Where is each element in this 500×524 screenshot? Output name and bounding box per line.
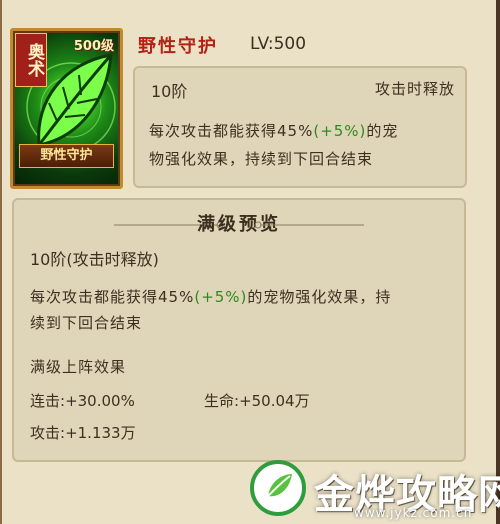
stat-hp: 生命:+50.04万 [204, 390, 310, 411]
max-description-line-2: 续到下回合结束 [30, 314, 143, 332]
desc-text: 每次攻击都能获得45% [149, 122, 314, 140]
skill-title: 野性守护 [138, 36, 218, 57]
max-description-line-1: 每次攻击都能获得45%(+5%)的宠物强化效果，持 [30, 286, 391, 307]
current-trigger: 攻击时释放 [374, 80, 455, 98]
watermark-url: www.jykz.com.cn [354, 506, 473, 520]
bonus-value: (+5%) [194, 288, 248, 306]
stat-label: 攻击 [30, 424, 61, 442]
current-tier: 10阶 [151, 82, 188, 101]
current-description-line-2: 物强化效果，持续到下回合结束 [149, 150, 374, 168]
max-level-preview-panel: 满级预览 10阶(攻击时释放) 每次攻击都能获得45%(+5%)的宠物强化效果，… [12, 198, 466, 462]
desc-text: 每次攻击都能获得45% [30, 288, 195, 306]
current-description-line-1: 每次攻击都能获得45%(+5%)的宠 [149, 120, 398, 141]
max-preview-heading: 满级预览 [197, 214, 281, 235]
deploy-effect-heading: 满级上阵效果 [30, 358, 127, 376]
skill-detail-window: 奥术 500级 野性守护 野性守护 LV:500 10阶 攻击时释放 每次攻击都… [0, 0, 500, 524]
stat-value: :+1.133万 [60, 424, 136, 442]
arcane-badge: 奥术 [15, 33, 47, 87]
desc-text: 的宠物强化效果，持 [247, 288, 392, 306]
bonus-value: (+5%) [313, 122, 367, 140]
stat-value: :+30.00% [60, 392, 135, 410]
stat-combo: 连击:+30.00% [30, 390, 135, 411]
card-name-plate: 野性守护 [19, 144, 114, 168]
divider-ornament-right [254, 221, 364, 229]
stat-attack: 攻击:+1.133万 [30, 422, 136, 443]
current-effect-panel: 10阶 攻击时释放 每次攻击都能获得45%(+5%)的宠 物强化效果，持续到下回… [133, 66, 467, 188]
skill-card[interactable]: 奥术 500级 野性守护 [10, 28, 123, 189]
desc-text: 的宠 [366, 122, 399, 140]
skill-level: LV:500 [250, 34, 307, 54]
stat-value: :+50.04万 [234, 392, 310, 410]
level-tag: 500级 [73, 39, 114, 54]
stat-label: 连击 [30, 392, 61, 410]
watermark-logo-icon [250, 460, 306, 516]
stat-label: 生命 [204, 392, 235, 410]
site-watermark: 金烨攻略网 www.jykz.com.cn [240, 456, 500, 524]
max-tier: 10阶(攻击时释放) [30, 250, 159, 269]
